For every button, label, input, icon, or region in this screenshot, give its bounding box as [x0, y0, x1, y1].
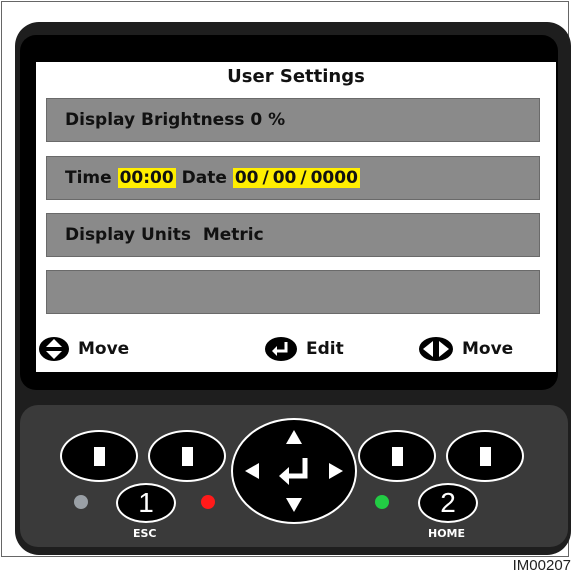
left-arrow-icon[interactable] — [245, 463, 259, 479]
status-led-grey — [74, 495, 88, 509]
home-key-label: HOME — [428, 527, 466, 540]
down-arrow-icon[interactable] — [286, 498, 302, 512]
status-led-green — [375, 495, 389, 509]
status-led-red — [201, 495, 215, 509]
up-arrow-icon[interactable] — [286, 430, 302, 444]
nav-arrows — [245, 430, 343, 512]
empty-row — [46, 270, 540, 314]
hint-edit: Edit — [264, 336, 344, 362]
date-separator: / — [298, 168, 309, 188]
esc-key-number: 1 — [138, 487, 154, 518]
units-row[interactable]: Display Units Metric — [46, 213, 540, 257]
soft-key-2[interactable] — [148, 430, 226, 482]
enter-key-arrowhead — [279, 467, 289, 485]
soft-key-4[interactable] — [446, 430, 524, 482]
date-separator: / — [260, 168, 271, 188]
hint-move-vertical: Move — [38, 336, 129, 362]
hint-move-label: Move — [78, 339, 130, 359]
hint-edit-label: Edit — [306, 339, 344, 359]
soft-key-3[interactable] — [358, 430, 436, 482]
soft-key-1[interactable] — [60, 430, 138, 482]
enter-key-icon[interactable] — [289, 458, 308, 479]
date-label: Date — [181, 168, 227, 188]
date-month[interactable]: 00 — [270, 168, 299, 188]
up-down-arrows-icon — [39, 337, 69, 361]
time-date-row[interactable]: Time 00:00 Date 00/00/0000 — [46, 156, 540, 200]
home-key-number: 2 — [440, 487, 456, 518]
date-year[interactable]: 0000 — [308, 168, 360, 188]
date-day[interactable]: 00 — [232, 168, 261, 188]
screen-title: User Settings — [227, 66, 365, 87]
figure-id: IM00207 — [512, 557, 571, 574]
hint-move-horizontal: Move — [418, 336, 513, 362]
left-right-arrows-icon — [419, 337, 453, 361]
hint-bar: Move Edit Move — [36, 334, 556, 368]
time-label: Time — [65, 168, 112, 188]
esc-key-label: ESC — [133, 527, 157, 540]
home-key[interactable]: 2 — [418, 483, 478, 523]
right-arrow-icon[interactable] — [329, 463, 343, 479]
navigation-pad[interactable] — [231, 418, 357, 524]
esc-key[interactable]: 1 — [116, 483, 176, 523]
hint-move-label: Move — [462, 339, 514, 359]
lcd-screen: User Settings Display Brightness 0 % Tim… — [36, 62, 556, 372]
time-value[interactable]: 00:00 — [117, 168, 176, 188]
enter-icon — [265, 337, 297, 361]
brightness-row[interactable]: Display Brightness 0 % — [46, 98, 540, 142]
